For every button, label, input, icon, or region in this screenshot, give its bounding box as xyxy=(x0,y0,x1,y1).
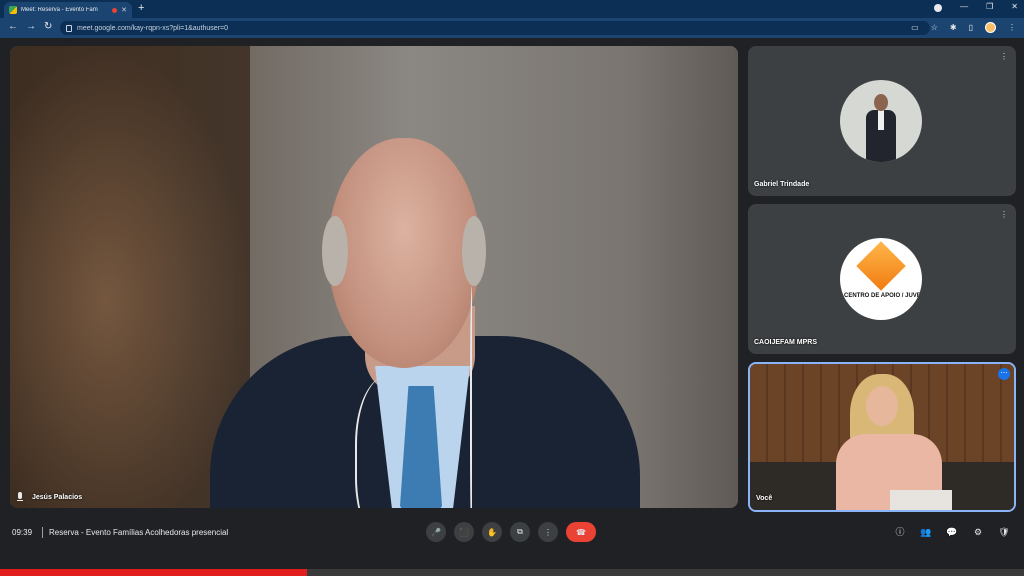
video-progress-fill xyxy=(0,569,308,576)
meet-favicon-icon xyxy=(9,6,17,14)
participant-tile-gabriel[interactable]: ⋮ Gabriel Trindade xyxy=(748,46,1016,196)
toolbar-icons: ▭ ☆ ✱ ▯ ⋮ xyxy=(911,22,1016,33)
chat-icon[interactable]: 💬 xyxy=(946,526,958,538)
close-window-button[interactable]: ✕ xyxy=(1011,2,1018,11)
video-progress-bar[interactable] xyxy=(0,569,1024,576)
call-controls: 🎤 ⬛ ✋ ⧉ ⋮ ☎ xyxy=(426,522,596,542)
url-text: meet.google.com/kay-rqpn-xs?pli=1&authus… xyxy=(77,24,228,32)
reload-icon[interactable]: ↻ xyxy=(44,21,52,32)
camera-permission-icon[interactable]: ▭ xyxy=(911,23,919,32)
laptop xyxy=(890,490,952,510)
browser-menu-icon[interactable]: ⋮ xyxy=(1008,23,1016,32)
bookmark-star-icon[interactable]: ☆ xyxy=(931,23,938,32)
participant-name: Você xyxy=(756,495,773,502)
speaker-hair-right xyxy=(462,216,486,286)
lock-icon xyxy=(66,24,72,32)
divider xyxy=(42,527,43,538)
extensions-icon[interactable]: ✱ xyxy=(950,23,957,32)
meeting-info-icon[interactable]: ⓘ xyxy=(894,526,906,538)
tab-title: Meet: Reserva - Evento Fam xyxy=(21,7,98,13)
main-video-tile[interactable]: Jesús Palacios xyxy=(10,46,738,508)
pin-icon xyxy=(16,492,24,502)
avatar-person xyxy=(866,94,896,162)
microphone-button[interactable]: 🎤 xyxy=(426,522,446,542)
activities-icon[interactable]: ⚙ xyxy=(972,526,984,538)
new-tab-button[interactable]: + xyxy=(138,2,144,14)
main-tile-label: Jesús Palacios xyxy=(16,492,82,502)
participant-name: Jesús Palacios xyxy=(32,493,83,501)
tab-close-icon[interactable]: ✕ xyxy=(121,6,127,14)
present-button[interactable]: ⧉ xyxy=(510,522,530,542)
avatar xyxy=(840,80,922,162)
participant-tile-caoijefam[interactable]: ⋮ CENTRO DE APOIO / JUVENTUDE, EDU CAOIJ… xyxy=(748,204,1016,354)
self-person-face xyxy=(866,386,898,426)
participant-name: Gabriel Trindade xyxy=(754,181,810,188)
earphone-cable xyxy=(470,286,475,508)
speaker-head xyxy=(328,138,480,368)
maximize-button[interactable]: ❐ xyxy=(986,2,993,11)
more-options-button[interactable]: ⋮ xyxy=(538,522,558,542)
organization-logo: CENTRO DE APOIO / JUVENTUDE, EDU xyxy=(840,238,922,320)
end-call-button[interactable]: ☎ xyxy=(566,522,596,542)
camera-button[interactable]: ⬛ xyxy=(454,522,474,542)
people-icon[interactable]: 👥 xyxy=(920,526,932,538)
earphone-cable-left xyxy=(355,376,435,508)
address-bar[interactable]: meet.google.com/kay-rqpn-xs?pli=1&authus… xyxy=(60,21,930,35)
avatar-shirt xyxy=(878,110,884,130)
browser-tab[interactable]: Meet: Reserva - Evento Fam ✕ xyxy=(4,2,132,18)
avatar-head xyxy=(874,94,888,111)
profile-avatar[interactable] xyxy=(985,22,996,33)
sidebar-icon[interactable]: ▯ xyxy=(969,23,973,32)
forward-icon[interactable]: → xyxy=(26,21,36,32)
logo-text: CENTRO DE APOIO / JUVENTUDE, EDU xyxy=(844,293,922,299)
participant-name: CAOIJEFAM MPRS xyxy=(754,339,818,346)
meeting-control-bar: 09:39 Reserva - Evento Famílias Acolhedo… xyxy=(0,514,1024,554)
audio-level-icon: ⋮ xyxy=(1000,210,1008,219)
logo-diamond-icon xyxy=(856,241,906,291)
extension-icon[interactable] xyxy=(934,4,942,12)
minimize-button[interactable]: — xyxy=(960,2,968,11)
speaker-hair-left xyxy=(322,216,348,286)
side-panel-controls: ⓘ 👥 💬 ⚙ 🛡 xyxy=(894,526,1010,538)
self-video-tile[interactable]: ⋯ Você xyxy=(748,362,1016,512)
back-icon[interactable]: ← xyxy=(8,21,18,32)
raise-hand-button[interactable]: ✋ xyxy=(482,522,502,542)
meeting-title: Reserva - Evento Famílias Acolhedoras pr… xyxy=(49,528,229,537)
window-controls: — ❐ ✕ xyxy=(960,2,1018,11)
host-controls-icon[interactable]: 🛡 xyxy=(998,526,1010,538)
audio-level-icon: ⋮ xyxy=(1000,52,1008,61)
speaking-indicator-icon: ⋯ xyxy=(998,368,1010,380)
recording-dot-icon xyxy=(112,7,118,13)
browser-tab-strip: Meet: Reserva - Evento Fam ✕ + — ❐ ✕ xyxy=(0,0,1024,18)
browser-toolbar: ← → ↻ meet.google.com/kay-rqpn-xs?pli=1&… xyxy=(0,18,1024,38)
meeting-time: 09:39 xyxy=(12,528,33,537)
